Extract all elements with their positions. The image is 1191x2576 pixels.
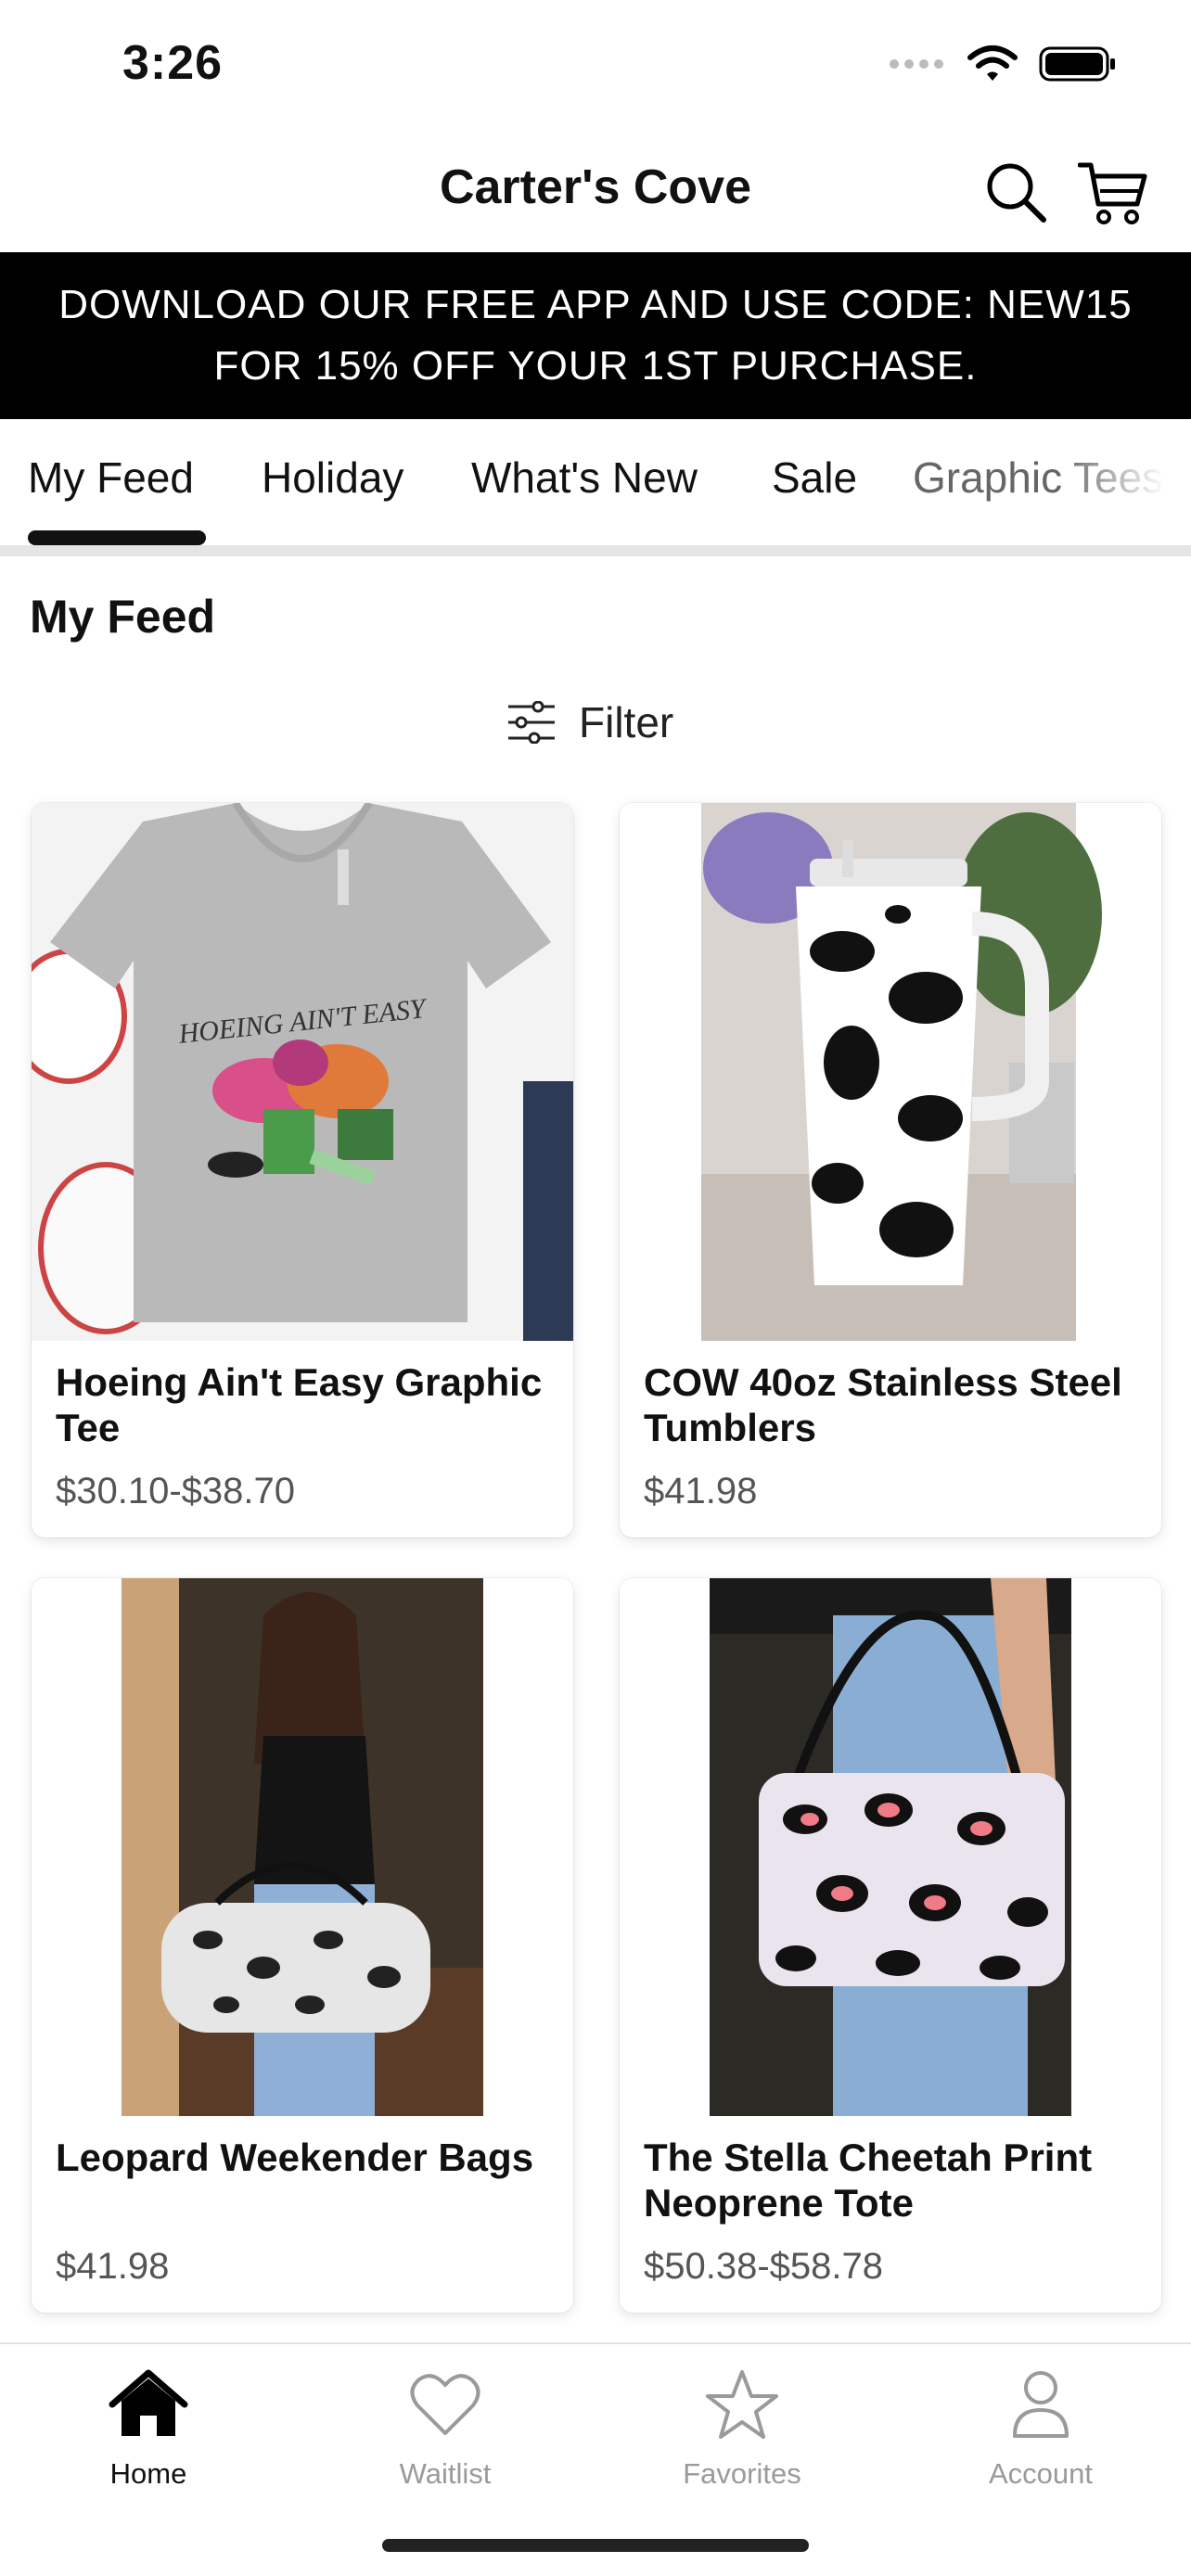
- search-icon: [987, 163, 1046, 223]
- nav-waitlist-label: Waitlist: [399, 2457, 492, 2490]
- filter-label: Filter: [579, 698, 674, 746]
- nav-home[interactable]: Home: [56, 2363, 241, 2491]
- nav-account-label: Account: [988, 2457, 1093, 2490]
- promo-line-1: DOWNLOAD OUR FREE APP AND USE CODE: NEW1…: [58, 282, 1133, 327]
- home-icon: [109, 2369, 188, 2436]
- promo-line-2: FOR 15% OFF YOUR 1ST PURCHASE.: [213, 343, 978, 389]
- cart-icon: [1078, 162, 1147, 224]
- category-tabs: My Feed Holiday What's New Sale Graphic …: [0, 419, 1191, 556]
- nav-favorites-label: Favorites: [683, 2457, 801, 2490]
- product-card[interactable]: Leopard Weekender Bags $41.98: [32, 1578, 573, 2313]
- nav-account[interactable]: Account: [948, 2363, 1133, 2491]
- filter-button[interactable]: Filter: [506, 697, 673, 747]
- signal-icon: [890, 59, 943, 69]
- nav-home-label: Home: [109, 2457, 187, 2490]
- filter-icon: [508, 701, 555, 744]
- product-card[interactable]: HOEING AIN'T EASY Hoeing Ain't Easy Grap…: [32, 803, 573, 1537]
- home-indicator: [382, 2539, 809, 2552]
- person-icon: [1013, 2371, 1069, 2438]
- product-name: COW 40oz Stainless Steel Tumblers: [644, 1360, 1122, 1449]
- heart-icon: [410, 2374, 480, 2435]
- battery-icon: [1039, 46, 1115, 82]
- promo-banner[interactable]: DOWNLOAD OUR FREE APP AND USE CODE: NEW1…: [0, 252, 1191, 419]
- nav-favorites[interactable]: Favorites: [649, 2363, 835, 2491]
- tab-sale[interactable]: Sale: [772, 453, 857, 503]
- product-name: Hoeing Ain't Easy Graphic Tee: [56, 1360, 543, 1449]
- product-image: [32, 1578, 573, 2116]
- product-image: HOEING AIN'T EASY: [32, 803, 573, 1341]
- star-icon: [706, 2370, 778, 2439]
- product-price: $41.98: [644, 1471, 758, 1511]
- active-tab-indicator: [28, 530, 206, 545]
- tab-holiday[interactable]: Holiday: [262, 453, 403, 503]
- product-price: $30.10-$38.70: [56, 1471, 296, 1511]
- tab-my-feed[interactable]: My Feed: [28, 453, 194, 503]
- tabs-divider: [0, 545, 1191, 556]
- app-header: Carter's Cove: [0, 139, 1191, 252]
- status-time: 3:26: [122, 36, 224, 90]
- product-card[interactable]: The Stella Cheetah Print Neoprene Tote $…: [620, 1578, 1161, 2313]
- status-bar: 3:26: [0, 0, 1191, 130]
- product-name: Leopard Weekender Bags: [56, 2136, 534, 2179]
- search-button[interactable]: [980, 156, 1054, 230]
- status-icons: [889, 45, 1117, 83]
- product-card[interactable]: COW 40oz Stainless Steel Tumblers $41.98: [620, 803, 1161, 1537]
- tab-whats-new[interactable]: What's New: [471, 453, 698, 503]
- product-image: [620, 1578, 1161, 2116]
- tabs-fade: [1061, 419, 1191, 549]
- product-price: $41.98: [56, 2246, 170, 2287]
- feed-title: My Feed: [30, 591, 216, 643]
- product-price: $50.38-$58.78: [644, 2246, 884, 2287]
- wifi-icon: [967, 45, 1018, 81]
- product-image: [620, 803, 1161, 1341]
- product-name: The Stella Cheetah Print Neoprene Tote: [644, 2136, 1093, 2225]
- cart-button[interactable]: [1076, 156, 1150, 230]
- nav-waitlist[interactable]: Waitlist: [352, 2363, 538, 2491]
